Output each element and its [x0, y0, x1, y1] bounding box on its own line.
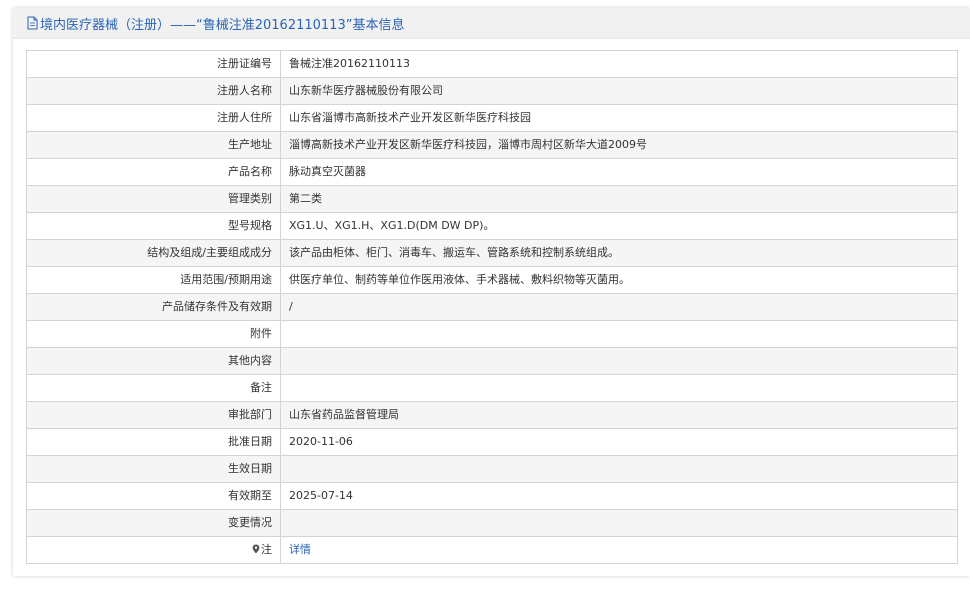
field-value: 供医疗单位、制药等单位作医用液体、手术器械、敷料织物等灭菌用。 — [280, 266, 958, 294]
field-label: 注册人住所 — [26, 104, 281, 132]
field-value — [280, 455, 958, 483]
field-label: 附件 — [26, 320, 281, 348]
field-value: 第二类 — [280, 185, 958, 213]
field-value: 2025-07-14 — [280, 482, 958, 510]
table-row-note: 注 详情 — [26, 536, 958, 564]
note-label-cell: 注 — [26, 536, 281, 564]
field-value: 山东省药品监督管理局 — [280, 401, 958, 429]
field-label: 生产地址 — [26, 131, 281, 159]
field-value: 脉动真空灭菌器 — [280, 158, 958, 186]
page-title: 境内医疗器械（注册）——“鲁械注准20162110113”基本信息 — [40, 17, 405, 33]
table-row: 其他内容 — [26, 347, 958, 375]
field-label: 有效期至 — [26, 482, 281, 510]
field-value — [280, 374, 958, 402]
field-label: 管理类别 — [26, 185, 281, 213]
field-value: 2020-11-06 — [280, 428, 958, 456]
field-label: 审批部门 — [26, 401, 281, 429]
table-row: 注册人住所 山东省淄博市高新技术产业开发区新华医疗科技园 — [26, 104, 958, 132]
field-value — [280, 347, 958, 375]
field-value: 该产品由柜体、柜门、消毒车、搬运车、管路系统和控制系统组成。 — [280, 239, 958, 267]
table-row: 型号规格 XG1.U、XG1.H、XG1.D(DM DW DP)。 — [26, 212, 958, 240]
field-value: / — [280, 293, 958, 321]
field-label: 产品名称 — [26, 158, 281, 186]
table-row: 注册证编号 鲁械注准20162110113 — [26, 50, 958, 78]
field-label: 注册证编号 — [26, 50, 281, 78]
table-row: 管理类别 第二类 — [26, 185, 958, 213]
title-bar: 境内医疗器械（注册）——“鲁械注准20162110113”基本信息 — [13, 8, 970, 39]
table-row: 审批部门 山东省药品监督管理局 — [26, 401, 958, 429]
info-table: 注册证编号 鲁械注准20162110113 注册人名称 山东新华医疗器械股份有限公司注… — [26, 50, 958, 564]
table-row: 批准日期 2020-11-06 — [26, 428, 958, 456]
info-panel: 境内医疗器械（注册）——“鲁械注准20162110113”基本信息 注册证编号鲁… — [13, 8, 970, 576]
field-value: 山东省淄博市高新技术产业开发区新华医疗科技园 — [280, 104, 958, 132]
field-value — [280, 509, 958, 537]
field-label: 批准日期 — [26, 428, 281, 456]
field-value: 鲁械注准20162110113 — [280, 50, 958, 78]
table-row: 生产地址 淄博高新技术产业开发区新华医疗科技园，淄博市周村区新华大道2009号 — [26, 131, 958, 159]
field-label: 型号规格 — [26, 212, 281, 240]
table-row: 适用范围/预期用途 供医疗单位、制药等单位作医用液体、手术器械、敷料织物等灭菌用。 — [26, 266, 958, 294]
table-row: 附件 — [26, 320, 958, 348]
field-label: 备注 — [26, 374, 281, 402]
note-value-cell: 详情 — [280, 536, 958, 564]
field-label: 注册人名称 — [26, 77, 281, 105]
note-label: 注 — [261, 543, 272, 556]
table-row: 有效期至 2025-07-14 — [26, 482, 958, 510]
field-value: 山东新华医疗器械股份有限公司 — [280, 77, 958, 105]
table-row: 生效日期 — [26, 455, 958, 483]
field-value: XG1.U、XG1.H、XG1.D(DM DW DP)。 — [280, 212, 958, 240]
field-label: 结构及组成/主要组成成分 — [26, 239, 281, 267]
field-label: 产品储存条件及有效期 — [26, 293, 281, 321]
table-row: 产品储存条件及有效期 / — [26, 293, 958, 321]
table-row: 注册人名称 山东新华医疗器械股份有限公司 — [26, 77, 958, 105]
table-row: 结构及组成/主要组成成分 该产品由柜体、柜门、消毒车、搬运车、管路系统和控制系统组… — [26, 239, 958, 267]
field-value — [280, 320, 958, 348]
document-icon — [27, 16, 38, 30]
table-row: 产品名称 脉动真空灭菌器 — [26, 158, 958, 186]
table-row: 变更情况 — [26, 509, 958, 537]
field-label: 适用范围/预期用途 — [26, 266, 281, 294]
map-pin-icon — [252, 544, 260, 554]
field-label: 生效日期 — [26, 455, 281, 483]
field-label: 变更情况 — [26, 509, 281, 537]
field-label: 其他内容 — [26, 347, 281, 375]
details-link[interactable]: 详情 — [289, 543, 311, 556]
field-value: 淄博高新技术产业开发区新华医疗科技园，淄博市周村区新华大道2009号 — [280, 131, 958, 159]
table-row: 备注 — [26, 374, 958, 402]
